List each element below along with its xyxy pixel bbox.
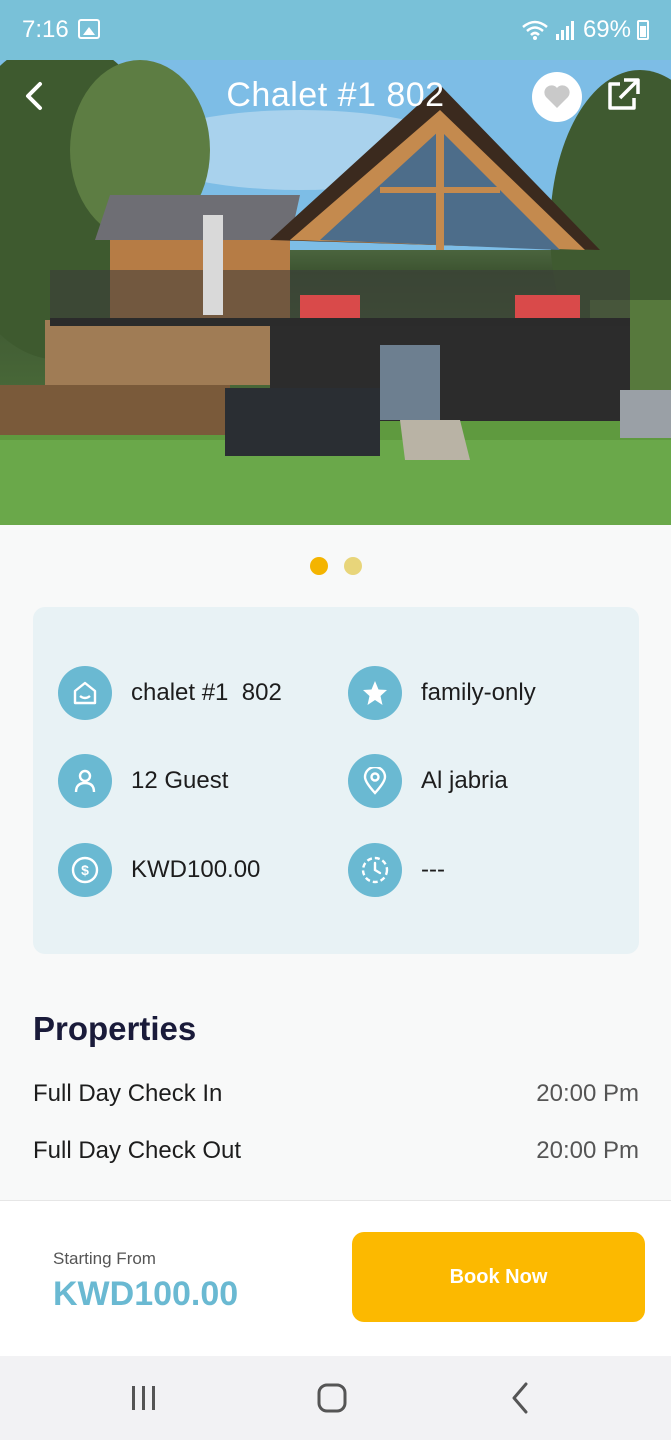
property-label: Full Day Check Out — [33, 1137, 242, 1164]
heart-icon — [544, 85, 570, 108]
status-time: 7:16 — [22, 16, 69, 43]
clock-icon — [348, 843, 402, 897]
location-pin-icon — [348, 754, 402, 808]
share-icon[interactable] — [604, 76, 642, 114]
starting-price: KWD100.00 — [53, 1275, 239, 1313]
battery-icon — [637, 20, 649, 40]
wifi-icon — [522, 20, 548, 40]
info-card: chalet #1 802 family-only 12 Guest Al ja… — [33, 607, 639, 954]
carousel-indicator — [0, 557, 671, 575]
info-location: Al jabria — [348, 754, 508, 808]
status-bar: 7:16 69% — [0, 0, 671, 60]
svg-text:$: $ — [81, 862, 89, 878]
person-icon — [58, 754, 112, 808]
info-category: family-only — [348, 666, 536, 720]
property-value: 20:00 Pm — [536, 1080, 639, 1107]
star-icon — [348, 666, 402, 720]
home-nav-icon[interactable] — [315, 1378, 349, 1418]
recent-apps-icon[interactable] — [128, 1378, 160, 1418]
system-nav-bar — [0, 1356, 671, 1440]
info-name: chalet #1 802 — [58, 666, 282, 720]
carousel-dot[interactable] — [343, 557, 362, 575]
home-icon — [58, 666, 112, 720]
money-icon: $ — [58, 843, 112, 897]
info-duration: --- — [348, 843, 445, 897]
property-row: Full Day Check In 20:00 Pm — [33, 1080, 639, 1108]
info-guests: 12 Guest — [58, 754, 228, 808]
battery-percent: 69% — [582, 16, 631, 43]
starting-from-label: Starting From — [53, 1249, 156, 1268]
carousel-dot-active[interactable] — [309, 557, 328, 575]
signal-icon — [555, 21, 574, 40]
back-nav-icon[interactable] — [506, 1378, 536, 1418]
gallery-notification-icon — [78, 19, 100, 39]
favorite-button[interactable] — [532, 72, 582, 122]
booking-bar: Starting From KWD100.00 Book Now — [0, 1200, 671, 1356]
chalet-name: chalet #1 802 — [131, 679, 282, 706]
book-now-button[interactable]: Book Now — [352, 1232, 645, 1322]
guests-text: 12 Guest — [131, 767, 229, 794]
duration-text: --- — [421, 856, 445, 883]
price-text: KWD100.00 — [131, 856, 261, 883]
property-label: Full Day Check In — [33, 1080, 223, 1107]
location-text: Al jabria — [421, 767, 508, 794]
property-value: 20:00 Pm — [536, 1137, 639, 1164]
category-text: family-only — [421, 679, 536, 706]
properties-heading: Properties — [33, 1010, 197, 1047]
back-arrow-icon[interactable] — [18, 78, 50, 114]
info-price: $ KWD100.00 — [58, 843, 260, 897]
property-row: Full Day Check Out 20:00 Pm — [33, 1137, 639, 1165]
